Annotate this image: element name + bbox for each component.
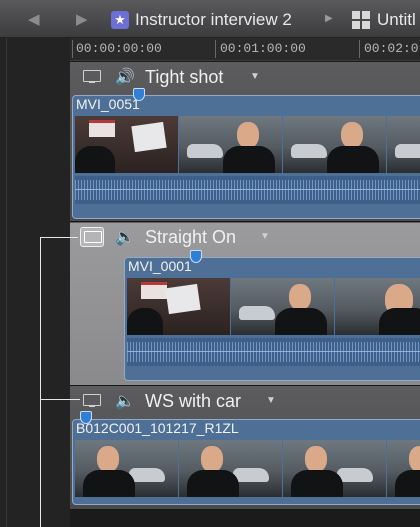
marker-icon[interactable]: [133, 88, 145, 101]
clip-name: MVI_0001: [128, 258, 192, 274]
video-monitor-icon[interactable]: [80, 227, 104, 247]
angle-lane-straight-on[interactable]: 🔈 Straight On ▼ MVI_0001: [70, 222, 420, 386]
project-title[interactable]: Instructor interview 2: [135, 10, 292, 30]
speaker-icon[interactable]: 🔈: [115, 227, 135, 247]
grid-icon: [352, 11, 370, 29]
clip-name: B012C001_101217_R1ZL: [76, 420, 239, 436]
thumbnail: [179, 440, 282, 497]
video-monitor-icon[interactable]: [83, 70, 101, 83]
video-clip[interactable]: MVI_0001: [124, 257, 420, 381]
angle-header: 🔊 Tight shot ▼: [70, 63, 420, 91]
angle-menu-arrow-icon[interactable]: ▼: [260, 231, 270, 242]
thumbnail: [283, 440, 386, 497]
angle-menu-arrow-icon[interactable]: ▼: [250, 71, 260, 82]
marker-icon[interactable]: [80, 411, 92, 424]
angle-name: WS with car: [145, 391, 242, 411]
breadcrumb-arrow-icon: ▶: [325, 13, 333, 24]
filmstrip: [75, 440, 420, 497]
timecode-label: 00:00:00:00: [76, 41, 162, 56]
angle-name: Straight On: [145, 227, 237, 247]
timecode-label: 00:02:0: [364, 41, 419, 56]
timeline-edge: [6, 38, 7, 527]
project-toolbar: ◀ ▶ ★ Instructor interview 2 ▶ Untitl: [0, 0, 420, 38]
thumbnail: [231, 278, 334, 335]
thumbnail: [387, 116, 420, 173]
angle-header: 🔈 Straight On ▼: [70, 223, 420, 251]
speaker-icon[interactable]: 🔈: [115, 391, 135, 411]
callout-line: [40, 399, 80, 400]
star-icon: ★: [111, 11, 129, 29]
video-clip[interactable]: MVI_0051: [72, 95, 420, 219]
back-arrow-icon[interactable]: ◀: [28, 10, 40, 28]
ruler-tick: [215, 40, 216, 58]
angle-header: 🔈 WS with car ▼: [70, 387, 420, 415]
timeline-margin: [0, 38, 70, 527]
forward-arrow-icon[interactable]: ▶: [76, 10, 88, 28]
video-monitor-icon[interactable]: [83, 394, 101, 407]
clip-name: MVI_0051: [76, 96, 140, 112]
angle-name: Tight shot: [145, 67, 224, 87]
callout-line: [40, 237, 78, 238]
project2-title[interactable]: Untitl: [377, 10, 416, 30]
callout-line: [40, 237, 41, 527]
thumbnail: [127, 278, 230, 335]
video-clip[interactable]: B012C001_101217_R1ZL: [72, 419, 420, 505]
angle-lane-tight-shot[interactable]: 🔊 Tight shot ▼ MVI_0051: [70, 62, 420, 222]
timecode-label: 00:01:00:00: [220, 41, 306, 56]
thumbnail: [283, 116, 386, 173]
ruler-tick: [359, 40, 360, 58]
thumbnail: [335, 278, 420, 335]
filmstrip: [75, 116, 420, 173]
angle-menu-arrow-icon[interactable]: ▼: [266, 395, 276, 406]
timecode-ruler[interactable]: 00:00:00:00 00:01:00:00 00:02:0: [70, 38, 420, 61]
audio-waveform: [127, 338, 420, 366]
ruler-tick: [72, 40, 73, 58]
thumbnail: [179, 116, 282, 173]
thumbnail: [75, 116, 178, 173]
speaker-icon[interactable]: 🔊: [115, 67, 135, 87]
thumbnail: [387, 440, 420, 497]
angle-lane-ws-with-car[interactable]: 🔈 WS with car ▼ B012C001_101217_R1ZL: [70, 386, 420, 510]
thumbnail: [75, 440, 178, 497]
audio-waveform: [75, 176, 420, 204]
marker-icon[interactable]: [190, 250, 202, 263]
filmstrip: [127, 278, 420, 335]
